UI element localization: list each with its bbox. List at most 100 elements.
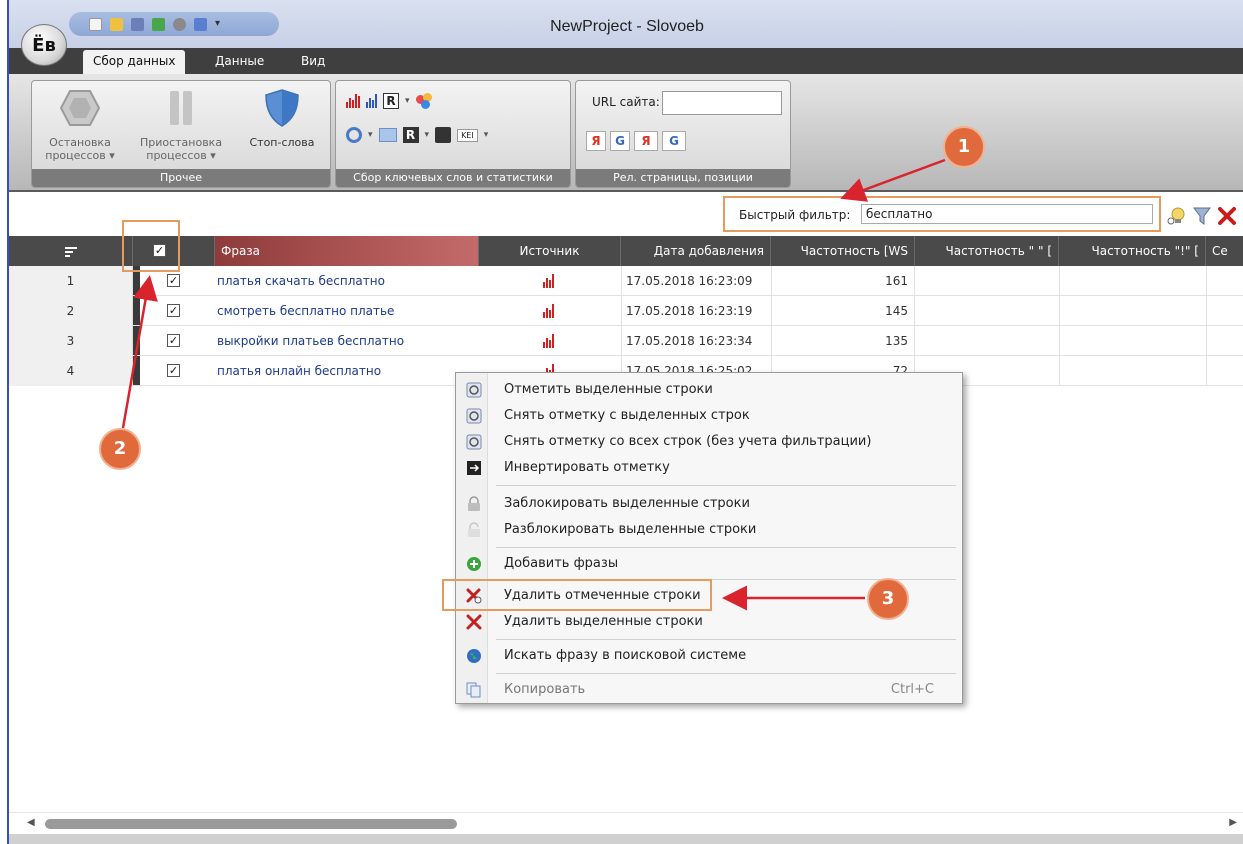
menu-separator (496, 639, 956, 640)
scroll-left-icon[interactable]: ◀ (27, 817, 35, 828)
frequency-cell: 135 (771, 326, 915, 356)
column-header-phrase[interactable]: Фраза (215, 236, 479, 266)
menu-item-unmark-selected[interactable]: Снять отметку с выделенных строк (456, 403, 962, 429)
column-header-freq-ws[interactable]: Частотность [WS (771, 236, 915, 266)
google-region-icon[interactable]: G (662, 131, 686, 151)
table-stats-icon[interactable] (378, 128, 397, 142)
column-divider (1059, 356, 1060, 386)
scroll-right-icon[interactable]: ▶ (1229, 817, 1237, 828)
table-row[interactable]: 1 ✓ платья скачать бесплатно 17.05.2018 … (9, 266, 1243, 296)
menu-item-copy[interactable]: Копировать Ctrl+C (456, 677, 962, 703)
kei-button[interactable]: KEI (457, 128, 478, 142)
stop-words-button[interactable]: Стоп-слова (242, 89, 322, 149)
app-logo-button[interactable]: Ёв (21, 24, 67, 66)
tab-data[interactable]: Данные (205, 50, 274, 74)
status-bar (9, 834, 1243, 844)
ribbon-group-relevant-pages: URL сайта: Я G Я G Рел. страницы, позици… (575, 80, 791, 188)
delete-checked-highlight (442, 579, 712, 611)
menu-item-unmark-all[interactable]: Снять отметку со всех строк (без учета ф… (456, 429, 962, 455)
lock-icon (468, 496, 480, 511)
pause-icon (170, 91, 192, 125)
row-checkbox[interactable]: ✓ (167, 274, 180, 287)
yandex-icon[interactable]: Я (586, 131, 606, 151)
table-row[interactable]: 2 ✓ смотреть бесплатно платье 17.05.2018… (9, 296, 1243, 326)
wordstat-blue-icon[interactable] (366, 94, 377, 108)
annotation-badge-1: 1 (943, 126, 985, 168)
search-stats-icon[interactable] (346, 127, 362, 143)
delete-icon (466, 614, 482, 630)
tab-view[interactable]: Вид (291, 50, 335, 74)
frequency-cell: 161 (771, 266, 915, 296)
phrase-cell: платья скачать бесплатно (217, 274, 385, 288)
phrase-cell: платья онлайн бесплатно (217, 364, 382, 378)
context-menu: Отметить выделенные строки Снять отметку… (455, 372, 963, 704)
date-cell: 17.05.2018 16:23:19 (621, 296, 771, 326)
menu-item-label: Инвертировать отметку (504, 460, 670, 475)
annotation-badge-3: 3 (867, 578, 909, 620)
dropdown-arrow-icon[interactable]: ▾ (405, 96, 410, 106)
url-label: URL сайта: (592, 95, 660, 109)
globe-icon (467, 649, 481, 663)
window-title: NewProject - Slovoeb (550, 18, 704, 35)
row-number: 2 (9, 296, 133, 326)
tab-data-collection[interactable]: Сбор данных (83, 50, 186, 74)
yandex-region-icon[interactable]: Я (634, 131, 658, 151)
google-icon[interactable]: G (610, 131, 630, 151)
table-row[interactable]: 3 ✓ выкройки платьев бесплатно 17.05.201… (9, 326, 1243, 356)
stop-processes-button[interactable]: Остановка процессов ▾ (38, 89, 122, 162)
scrollbar-thumb[interactable] (45, 819, 457, 829)
row-checkbox[interactable]: ✓ (167, 334, 180, 347)
horizontal-scrollbar[interactable]: ◀ ▶ (9, 812, 1243, 834)
dropdown-arrow-icon[interactable]: ▾ (484, 130, 489, 140)
menu-item-add-phrases[interactable]: Добавить фразы (456, 551, 962, 577)
menu-item-lock-selected[interactable]: Заблокировать выделенные строки (456, 491, 962, 517)
ribbon-group-keywords: R ▾ ▾ R ▾ KEI ▾ Сбор ключевых слов и ста… (335, 80, 571, 188)
row-number: 1 (9, 266, 133, 296)
row-number-header[interactable] (9, 236, 133, 266)
column-header-freq-quotes[interactable]: Частотность " " [ (915, 236, 1059, 266)
r-icon[interactable]: R (383, 93, 399, 109)
row-checkbox[interactable]: ✓ (167, 304, 180, 317)
frequency-cell: 145 (771, 296, 915, 326)
lightbulb-filter-icon[interactable] (1167, 206, 1187, 226)
menu-item-mark-selected[interactable]: Отметить выделенные строки (456, 377, 962, 403)
copy-shortcut: Ctrl+C (890, 682, 934, 697)
r-icon[interactable]: R (402, 127, 419, 143)
column-header-source[interactable]: Источник (479, 236, 621, 266)
row-number: 4 (9, 356, 133, 386)
dropdown-arrow-icon[interactable]: ▾ (425, 130, 430, 140)
check-badge-icon (466, 434, 482, 450)
ribbon-group-caption: Сбор ключевых слов и статистики (336, 169, 570, 187)
menu-item-unlock-selected[interactable]: Разблокировать выделенные строки (456, 517, 962, 543)
column-header-season[interactable]: Се (1206, 236, 1243, 266)
pause-processes-button[interactable]: Приостановка процессов ▾ (132, 89, 230, 162)
column-divider (1206, 266, 1207, 296)
color-dots-icon[interactable] (415, 93, 434, 109)
menu-item-label: Добавить фразы (504, 556, 619, 571)
dropdown-arrow-icon[interactable]: ▾ (368, 130, 373, 140)
row-checkbox[interactable]: ✓ (167, 364, 180, 377)
copy-icon (466, 682, 481, 698)
menu-separator (496, 673, 956, 674)
funnel-filter-icon[interactable] (1193, 206, 1211, 226)
menu-item-invert-marks[interactable]: Инвертировать отметку (456, 455, 962, 481)
stop-processes-label: Остановка процессов ▾ (45, 136, 115, 162)
wordstat-icon[interactable] (346, 94, 360, 108)
column-header-date[interactable]: Дата добавления (621, 236, 771, 266)
like-icon[interactable] (435, 127, 452, 143)
hexagon-stop-icon (59, 90, 101, 126)
menu-item-search-phrase[interactable]: Искать фразу в поисковой системе (456, 643, 962, 669)
title-bar: ▾ NewProject - Slovoeb (9, 0, 1243, 48)
column-header-freq-exact[interactable]: Частотность "!" [ (1059, 236, 1206, 266)
clear-filter-icon[interactable] (1217, 206, 1237, 226)
column-divider (1206, 326, 1207, 356)
shield-icon (265, 89, 299, 127)
menu-item-label: Заблокировать выделенные строки (504, 496, 750, 511)
column-divider (1059, 296, 1060, 326)
quick-filter-input[interactable] (861, 204, 1153, 224)
ribbon-group-caption: Прочее (32, 169, 330, 187)
wordstat-source-icon (543, 334, 554, 348)
select-all-highlight (122, 220, 180, 272)
url-input[interactable] (662, 91, 782, 115)
date-cell: 17.05.2018 16:23:09 (621, 266, 771, 296)
